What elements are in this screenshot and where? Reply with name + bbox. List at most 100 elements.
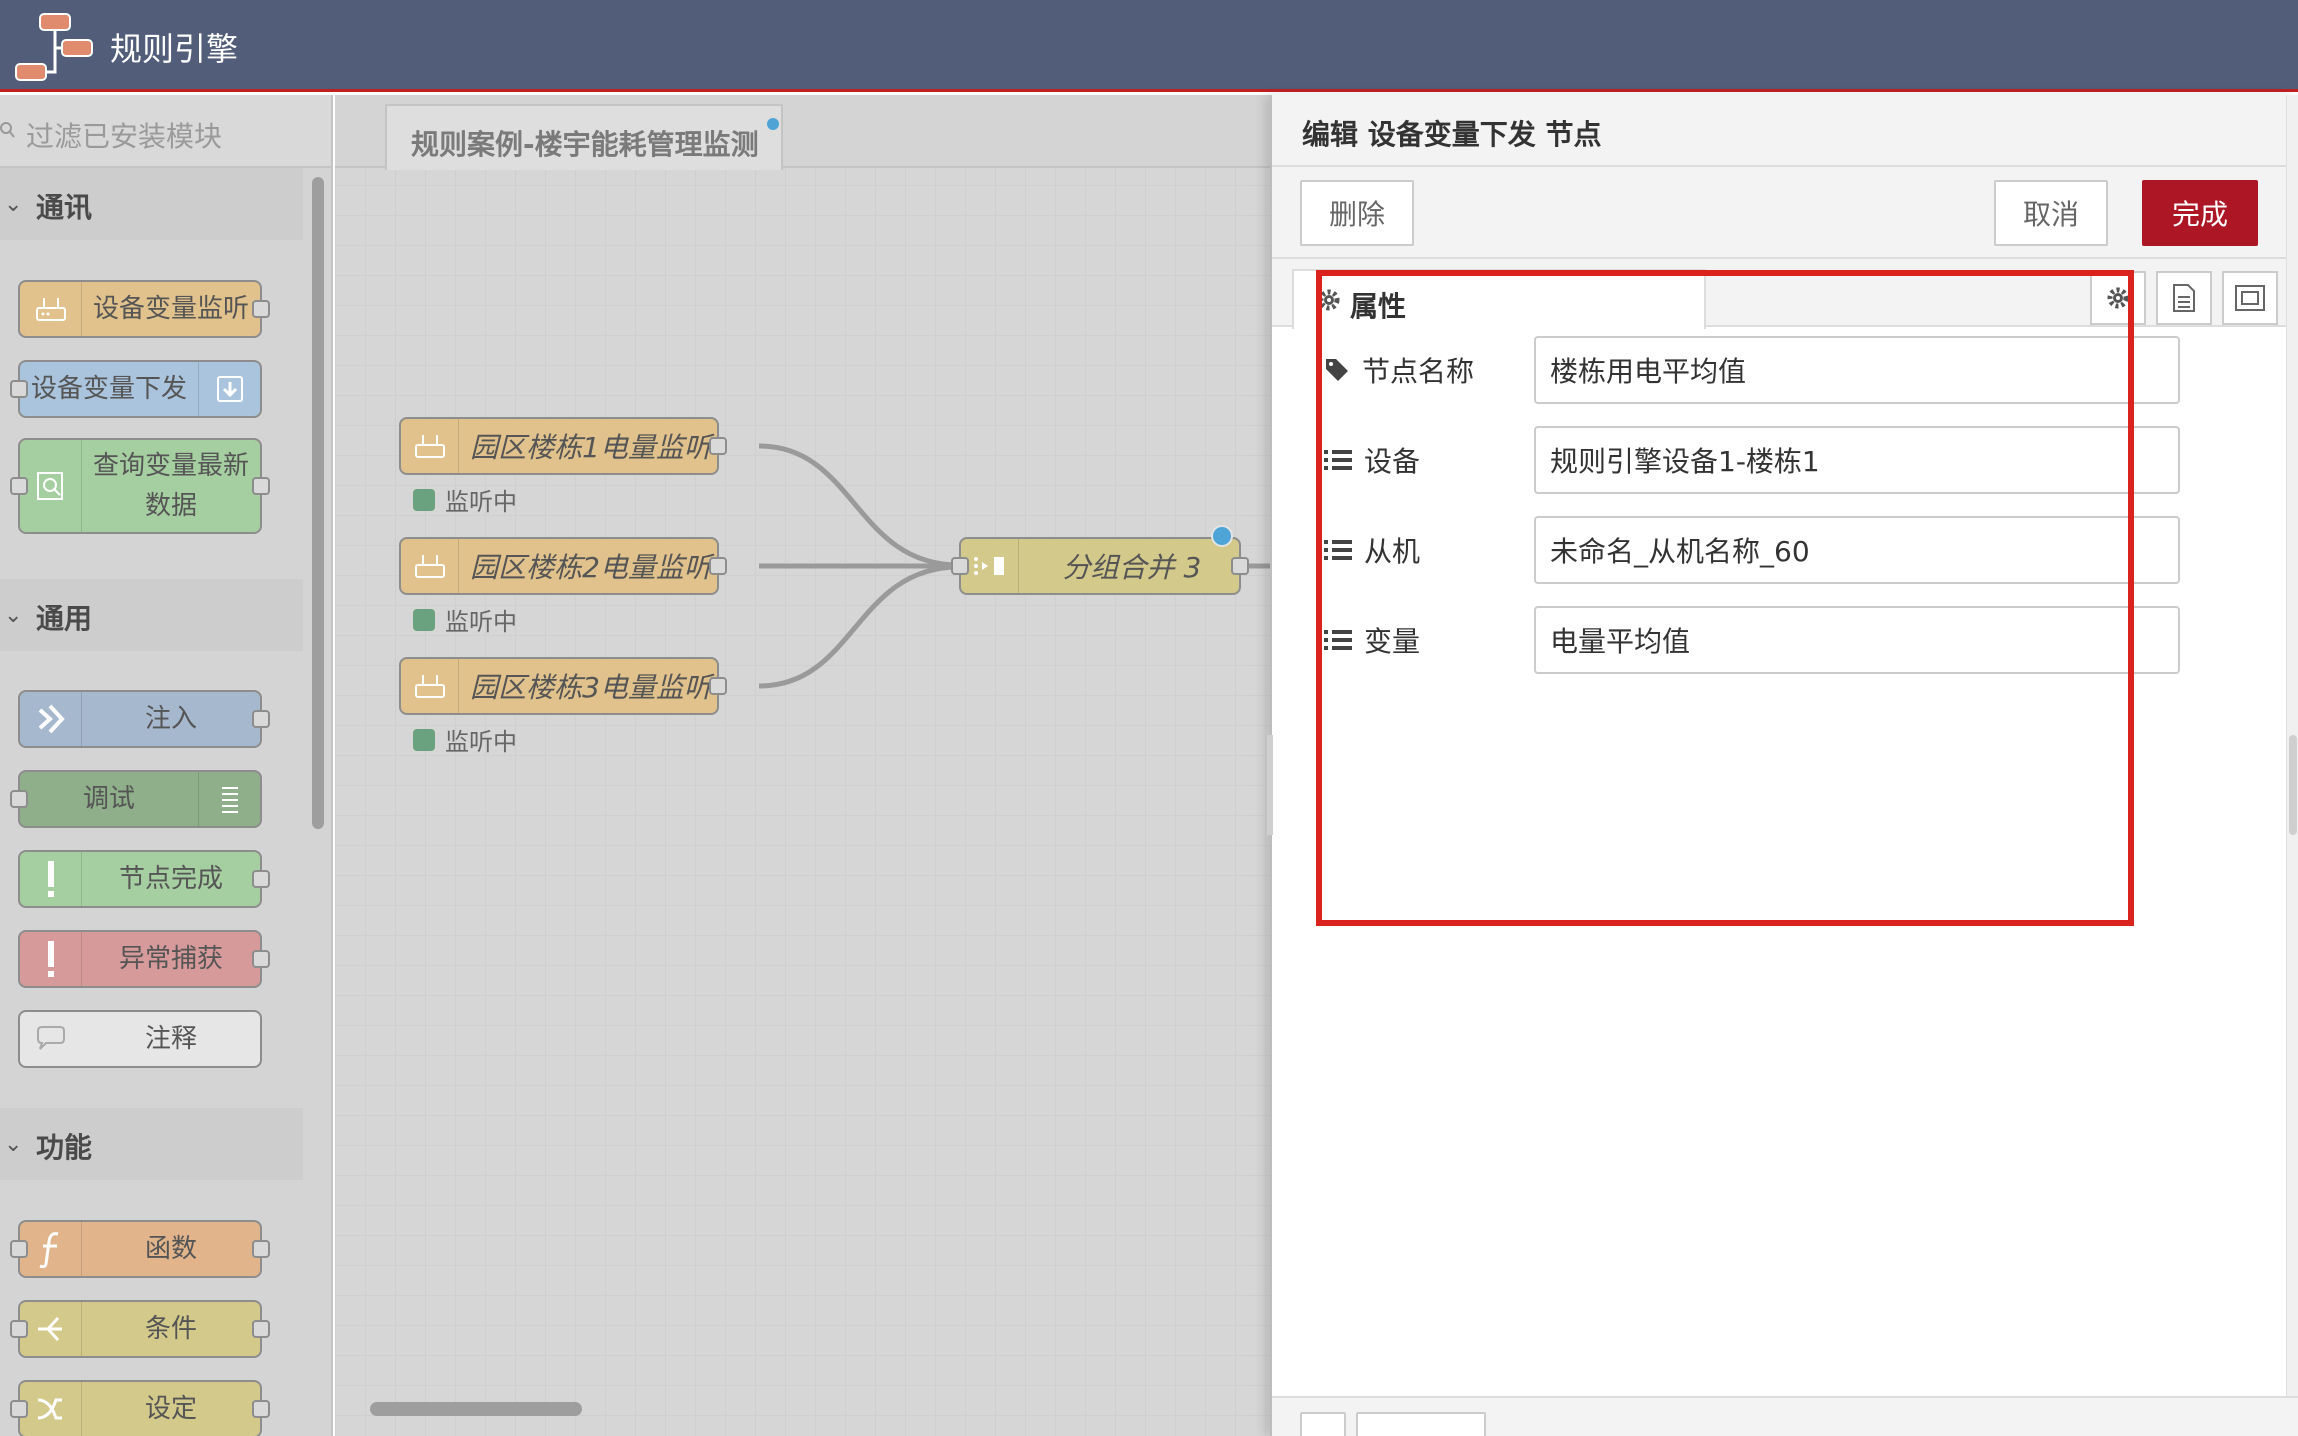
tray-scrollbar[interactable] [2286, 95, 2298, 1436]
appearance-tab-button[interactable] [2222, 271, 2278, 325]
flow-node-listen-2[interactable]: 园区楼栋2电量监听 [399, 537, 727, 595]
palette-node-function[interactable]: 函数 [10, 1220, 270, 1278]
status-dot-icon [413, 488, 435, 511]
tray-scrollbar-thumb[interactable] [2289, 735, 2297, 835]
search-icon [0, 122, 15, 138]
query-icon [20, 440, 82, 532]
variable-row: 变量 [1324, 606, 2224, 676]
status-dot-icon [413, 728, 435, 751]
exclamation-icon [20, 852, 82, 906]
variable-label: 变量 [1324, 620, 1420, 660]
router-icon [20, 282, 82, 336]
output-port[interactable] [252, 1240, 270, 1258]
palette-node-label: 设备变量下发 [30, 374, 187, 404]
output-port[interactable] [252, 870, 270, 888]
variable-select[interactable] [1534, 606, 2180, 674]
slave-label: 从机 [1324, 530, 1420, 570]
input-port[interactable] [10, 477, 28, 495]
palette-node-label: 条件 [144, 1314, 197, 1344]
palette-node-device-listen[interactable]: 设备变量监听 [18, 280, 270, 338]
palette-node-label: 注释 [144, 1024, 197, 1054]
flow-node-listen-3[interactable]: 园区楼栋3电量监听 [399, 657, 727, 715]
output-port[interactable] [709, 437, 727, 455]
device-select[interactable] [1534, 426, 2180, 494]
cancel-button[interactable]: 取消 [1994, 180, 2108, 246]
flow-workspace[interactable]: 规则案例-楼宇能耗管理监测 园区楼栋1电量监听 监听中 园区楼栋2电量监听 监听… [335, 95, 1270, 1436]
footer-button[interactable] [1356, 1412, 1486, 1436]
category-label: 功能 [36, 1131, 93, 1164]
palette-node-query-latest[interactable]: 查询变量最新 数据 [10, 438, 270, 534]
tab-label: 属性 [1350, 290, 1407, 323]
node-status: 监听中 [413, 602, 517, 637]
status-text: 监听中 [445, 608, 517, 636]
tab-properties[interactable]: 属性 [1292, 269, 1706, 329]
output-port[interactable] [1231, 557, 1249, 575]
palette-node-switch[interactable]: 条件 [10, 1300, 270, 1358]
speech-bubble-icon [20, 1012, 82, 1066]
category-label: 通用 [36, 602, 93, 635]
list-icon [1324, 450, 1352, 470]
flow-node-label: 园区楼栋2电量监听 [470, 551, 712, 584]
output-port[interactable] [709, 677, 727, 695]
document-icon [2173, 284, 2195, 312]
changed-dot-icon [1211, 525, 1233, 547]
palette-node-label: 查询变量最新 数据 [92, 451, 249, 521]
input-port[interactable] [10, 1240, 28, 1258]
palette-node-change[interactable]: 设定 [10, 1380, 270, 1436]
settings-tab-button[interactable] [2090, 271, 2146, 325]
tray-toolbar: 删除 取消 完成 [1272, 167, 2298, 259]
output-port[interactable] [252, 1320, 270, 1338]
device-row: 设备 [1324, 426, 2224, 496]
node-status: 监听中 [413, 482, 517, 517]
slave-select[interactable] [1534, 516, 2180, 584]
palette-scrollbar[interactable] [312, 177, 324, 829]
tray-footer [1272, 1396, 2298, 1436]
search-input[interactable]: 过滤已安装模块 [26, 115, 222, 155]
app-header: 规则引擎 [0, 0, 2298, 92]
workspace-scrollbar[interactable] [370, 1402, 582, 1416]
output-port[interactable] [252, 477, 270, 495]
palette-node-debug[interactable]: 调试 [10, 770, 262, 828]
palette-node-catch[interactable]: 异常捕获 [18, 930, 270, 988]
output-port[interactable] [252, 710, 270, 728]
palette-node-complete[interactable]: 节点完成 [18, 850, 270, 908]
input-port[interactable] [10, 380, 28, 398]
category-common[interactable]: ⌄ 通用 [0, 579, 303, 651]
delete-button[interactable]: 删除 [1300, 180, 1414, 246]
done-button[interactable]: 完成 [2142, 180, 2258, 246]
footer-toggle-button[interactable] [1300, 1412, 1346, 1436]
input-port[interactable] [951, 557, 969, 575]
flow-node-label: 园区楼栋3电量监听 [470, 671, 712, 704]
description-tab-button[interactable] [2156, 271, 2212, 325]
palette-node-device-send[interactable]: 设备变量下发 [10, 360, 262, 418]
output-port[interactable] [252, 950, 270, 968]
tray-resize-handle[interactable] [1267, 735, 1273, 835]
palette-node-label: 异常捕获 [118, 944, 223, 974]
category-communication[interactable]: ⌄ 通讯 [0, 168, 303, 240]
chevron-down-icon: ⌄ [4, 603, 23, 628]
category-function[interactable]: ⌄ 功能 [0, 1108, 303, 1180]
palette-search[interactable]: 过滤已安装模块 [0, 95, 331, 168]
exclamation-icon [20, 932, 82, 986]
input-port[interactable] [10, 1400, 28, 1418]
flow-node-listen-1[interactable]: 园区楼栋1电量监听 [399, 417, 727, 475]
input-port[interactable] [10, 1320, 28, 1338]
flow-node-join[interactable]: 分组合并 3 [951, 525, 1249, 595]
chevron-down-icon: ⌄ [4, 192, 23, 217]
node-name-input[interactable] [1534, 336, 2180, 404]
inject-arrow-icon [20, 692, 82, 746]
gear-icon [2107, 287, 2129, 309]
palette-node-comment[interactable]: 注释 [18, 1010, 262, 1068]
list-icon [1324, 540, 1352, 560]
node-appearance-icon [2235, 285, 2265, 311]
palette-node-label: 节点完成 [118, 864, 223, 894]
output-port[interactable] [252, 1400, 270, 1418]
input-port[interactable] [10, 790, 28, 808]
palette-node-inject[interactable]: 注入 [18, 690, 270, 748]
download-icon [198, 362, 260, 416]
edit-tray: 编辑 设备变量下发 节点 删除 取消 完成 属性 节点名称 楼栋用电平均值 设备… [1267, 95, 2298, 1436]
tag-icon [1326, 359, 1348, 381]
router-icon [401, 419, 459, 473]
output-port[interactable] [252, 300, 270, 318]
output-port[interactable] [709, 557, 727, 575]
